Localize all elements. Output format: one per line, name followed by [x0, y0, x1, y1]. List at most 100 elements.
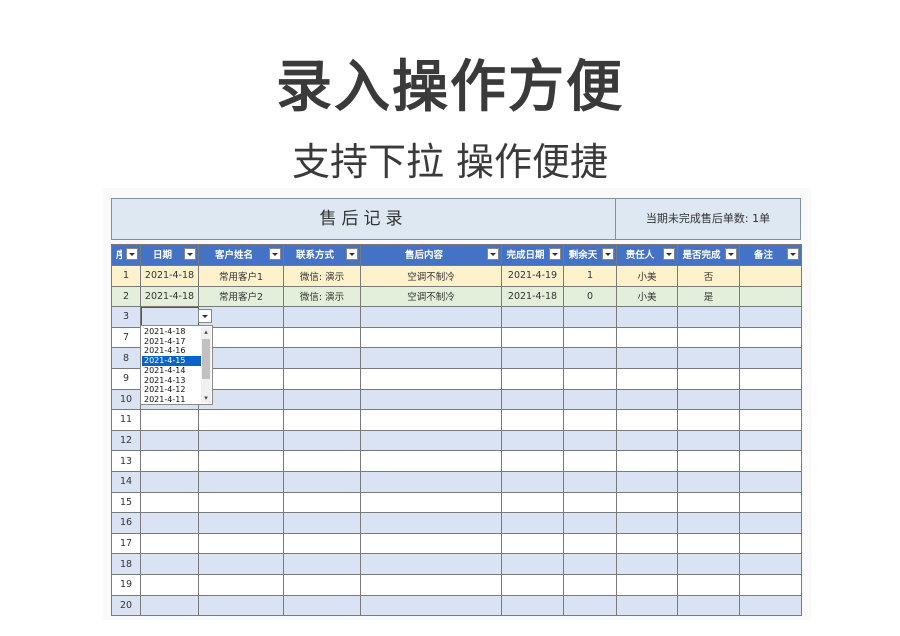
table-cell[interactable]	[563, 409, 617, 431]
table-cell[interactable]	[677, 512, 740, 534]
filter-dropdown-icon[interactable]	[663, 248, 675, 260]
table-cell[interactable]: 常用客户2	[198, 285, 284, 308]
table-cell[interactable]	[616, 553, 678, 575]
filter-dropdown-icon[interactable]	[184, 248, 196, 260]
filter-dropdown-icon[interactable]	[787, 248, 799, 260]
table-cell[interactable]	[616, 512, 678, 534]
table-cell[interactable]	[360, 553, 502, 575]
table-cell[interactable]: 常用客户1	[198, 265, 284, 287]
table-cell[interactable]	[140, 594, 199, 617]
table-cell[interactable]	[501, 553, 564, 575]
table-cell[interactable]	[739, 347, 802, 369]
dropdown-option[interactable]: 2021-4-12	[142, 385, 201, 395]
row-number-cell[interactable]: 17	[111, 532, 141, 555]
table-cell[interactable]: 否	[677, 265, 740, 287]
table-cell[interactable]	[739, 594, 802, 617]
table-cell[interactable]	[563, 367, 617, 390]
row-number-cell[interactable]: 18	[111, 553, 141, 575]
row-number-cell[interactable]: 7	[111, 326, 141, 349]
table-cell[interactable]	[677, 553, 740, 575]
table-cell[interactable]	[140, 470, 199, 493]
table-cell[interactable]	[140, 409, 199, 431]
column-header[interactable]: 日期	[140, 244, 199, 266]
table-cell[interactable]	[739, 450, 802, 472]
table-cell[interactable]	[501, 573, 564, 596]
table-cell[interactable]	[739, 573, 802, 596]
table-cell[interactable]	[283, 491, 361, 514]
dropdown-option[interactable]: 2021-4-14	[142, 366, 201, 376]
table-cell[interactable]	[198, 553, 284, 575]
table-cell[interactable]	[677, 532, 740, 555]
table-cell[interactable]	[677, 429, 740, 452]
table-cell[interactable]	[283, 594, 361, 617]
table-cell[interactable]	[616, 491, 678, 514]
table-cell[interactable]	[283, 326, 361, 349]
table-cell[interactable]	[739, 306, 802, 328]
table-cell[interactable]: 2021-4-18	[140, 265, 199, 287]
table-cell[interactable]	[677, 450, 740, 472]
table-cell[interactable]	[283, 367, 361, 390]
table-cell[interactable]	[198, 594, 284, 617]
table-cell[interactable]	[283, 409, 361, 431]
table-cell[interactable]	[198, 573, 284, 596]
table-cell[interactable]	[140, 491, 199, 514]
table-cell[interactable]	[616, 388, 678, 411]
column-header[interactable]: 序	[111, 244, 141, 266]
table-cell[interactable]	[616, 326, 678, 349]
table-cell[interactable]	[739, 553, 802, 575]
table-cell[interactable]: 2021-4-18	[140, 285, 199, 308]
table-cell[interactable]	[501, 409, 564, 431]
table-cell[interactable]	[739, 285, 802, 308]
row-number-cell[interactable]: 13	[111, 450, 141, 472]
column-header[interactable]: 联系方式	[283, 244, 361, 266]
table-cell[interactable]	[140, 553, 199, 575]
table-cell[interactable]	[501, 470, 564, 493]
table-cell[interactable]	[360, 347, 502, 369]
filter-dropdown-icon[interactable]	[725, 248, 737, 260]
filter-dropdown-icon[interactable]	[487, 248, 499, 260]
row-number-cell[interactable]: 11	[111, 409, 141, 431]
table-cell[interactable]	[563, 388, 617, 411]
row-number-cell[interactable]: 19	[111, 573, 141, 596]
table-cell[interactable]	[360, 326, 502, 349]
table-cell[interactable]	[616, 573, 678, 596]
table-cell[interactable]	[739, 470, 802, 493]
table-cell[interactable]	[283, 470, 361, 493]
column-header[interactable]: 客户姓名	[198, 244, 284, 266]
scroll-thumb[interactable]	[202, 339, 210, 379]
row-number-cell[interactable]: 14	[111, 470, 141, 493]
table-cell[interactable]	[677, 409, 740, 431]
row-number-cell[interactable]: 1	[111, 265, 141, 287]
column-header[interactable]: 备注	[739, 244, 802, 266]
table-cell[interactable]	[739, 532, 802, 555]
table-cell[interactable]	[616, 470, 678, 493]
table-cell[interactable]	[360, 409, 502, 431]
row-number-cell[interactable]: 10	[111, 388, 141, 411]
table-cell[interactable]	[563, 491, 617, 514]
table-cell[interactable]	[739, 409, 802, 431]
dropdown-option[interactable]: 2021-4-13	[142, 376, 201, 386]
dropdown-arrow-icon[interactable]	[198, 309, 212, 323]
table-cell[interactable]	[501, 594, 564, 617]
filter-dropdown-icon[interactable]	[602, 248, 614, 260]
table-cell[interactable]	[616, 409, 678, 431]
row-number-cell[interactable]: 16	[111, 512, 141, 534]
table-cell[interactable]	[501, 491, 564, 514]
table-cell[interactable]	[563, 512, 617, 534]
column-header[interactable]: 剩余天	[563, 244, 617, 266]
table-cell[interactable]: 是	[677, 285, 740, 308]
table-cell[interactable]: 空调不制冷	[360, 265, 502, 287]
table-cell[interactable]: 微信: 演示	[283, 265, 361, 287]
table-cell[interactable]	[677, 347, 740, 369]
table-cell[interactable]	[739, 388, 802, 411]
table-cell[interactable]	[677, 326, 740, 349]
table-cell[interactable]	[198, 409, 284, 431]
row-number-cell[interactable]: 8	[111, 347, 141, 369]
dropdown-option[interactable]: 2021-4-15	[142, 356, 201, 366]
row-number-cell[interactable]: 15	[111, 491, 141, 514]
table-cell[interactable]	[563, 450, 617, 472]
table-cell[interactable]	[140, 512, 199, 534]
table-cell[interactable]	[501, 326, 564, 349]
table-cell[interactable]	[360, 594, 502, 617]
filter-dropdown-icon[interactable]	[126, 248, 138, 260]
